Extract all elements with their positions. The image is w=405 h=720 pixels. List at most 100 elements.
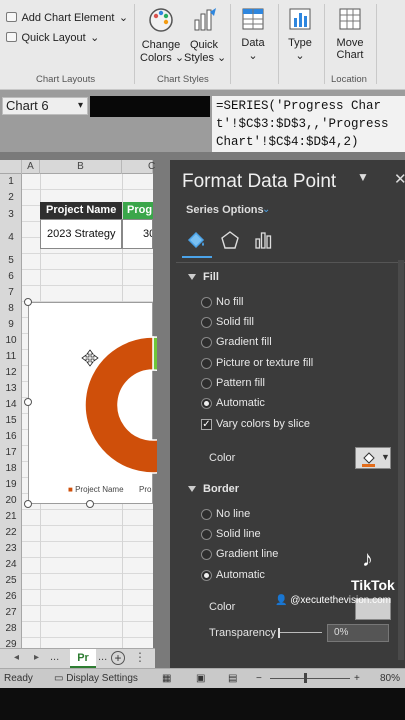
row-header[interactable]: 18 [0,461,22,477]
cell-project-value[interactable]: 2023 Strategy [40,219,122,249]
chevron-down-icon[interactable]: ▾ [78,98,83,114]
pane-scrollbar[interactable] [398,260,404,660]
row-header[interactable]: 14 [0,397,22,413]
row-header[interactable]: 4 [0,223,22,253]
row-header[interactable]: 27 [0,605,22,621]
name-box[interactable]: Chart 6 ▾ [2,97,88,115]
prev-sheet-icon[interactable]: ◂ [14,652,19,663]
row-header[interactable]: 3 [0,206,22,223]
row-header[interactable]: 21 [0,509,22,525]
column-header[interactable]: A [22,160,40,174]
row-header[interactable]: 23 [0,541,22,557]
row-header[interactable]: 5 [0,253,22,269]
row-header[interactable]: 24 [0,557,22,573]
row-header[interactable]: 17 [0,445,22,461]
row-header[interactable]: 15 [0,413,22,429]
donut-chart[interactable] [67,321,157,489]
formula-input[interactable]: =SERIES('Progress Chart'!$C$3:$D$3,,'Pro… [212,96,405,152]
row-header[interactable]: 22 [0,525,22,541]
row-header[interactable]: 19 [0,477,22,493]
row-header[interactable]: 26 [0,589,22,605]
row-header[interactable]: 6 [0,269,22,285]
resize-handle[interactable] [86,500,94,508]
tab-effects[interactable] [216,226,244,254]
radio-solid-line[interactable] [201,529,212,540]
quick-styles-button[interactable]: Quick Styles ⌄ [184,6,226,64]
radio-automatic-fill[interactable] [201,398,212,409]
row-header[interactable]: 13 [0,381,22,397]
cell-header-project-name[interactable]: Project Name [40,202,122,219]
resize-handle[interactable] [24,398,32,406]
radio-pattern-fill[interactable] [201,378,212,389]
change-chart-type-button[interactable]: Type ⌄ [284,6,316,62]
tab-series-options[interactable] [249,226,277,254]
vary-colors-checkbox[interactable]: ✓ [201,419,212,430]
row-header[interactable]: 11 [0,349,22,365]
vary-colors-label[interactable]: Vary colors by slice [216,418,310,430]
page-layout-icon[interactable]: ▣ [196,673,205,684]
row-header[interactable]: 20 [0,493,22,509]
radio-label[interactable]: Gradient fill [216,336,272,348]
normal-view-icon[interactable]: ▦ [162,673,171,684]
chevron-down-icon[interactable]: ⌄ [262,204,270,215]
add-chart-element-button[interactable]: Add Chart Element ⌄ [6,8,128,26]
radio-label[interactable]: Automatic [216,397,265,409]
fill-section-header[interactable]: Fill [188,271,219,283]
tab-fill-line[interactable] [182,226,210,254]
more-sheets-right[interactable]: ... [98,651,107,663]
resize-handle[interactable] [24,298,32,306]
row-header[interactable]: 7 [0,285,22,301]
radio-label[interactable]: Pattern fill [216,377,265,389]
radio-solid-fill[interactable] [201,317,212,328]
column-header[interactable]: B [40,160,122,174]
series-options-dropdown[interactable]: Series Options [186,204,264,216]
transparency-slider-track[interactable] [278,632,322,633]
radio-gradient-line[interactable] [201,549,212,560]
zoom-slider-track[interactable] [270,678,350,679]
radio-label[interactable]: Gradient line [216,548,278,560]
row-header[interactable]: 28 [0,621,22,637]
more-options-icon[interactable]: ⋮ [134,650,146,664]
radio-no-line[interactable] [201,509,212,520]
transparency-input[interactable]: 0% [327,624,389,642]
chart-object[interactable] [28,302,157,504]
change-colors-button[interactable]: Change Colors ⌄ [140,6,184,64]
radio-picture-fill[interactable] [201,358,212,369]
row-header[interactable]: 12 [0,365,22,381]
radio-gradient-fill[interactable] [201,337,212,348]
next-sheet-icon[interactable]: ▸ [34,652,39,663]
quick-layout-button[interactable]: Quick Layout ⌄ [6,28,99,46]
radio-automatic-line[interactable] [201,570,212,581]
sheet-tab-active[interactable]: Pr [70,649,96,668]
row-header[interactable]: 16 [0,429,22,445]
row-header[interactable]: 25 [0,573,22,589]
row-header[interactable]: 2 [0,190,22,206]
zoom-slider-thumb[interactable] [304,673,307,683]
cell-header-progress[interactable]: Prog [123,202,153,219]
select-all-corner[interactable] [0,160,22,174]
zoom-level[interactable]: 80% [380,673,400,684]
more-sheets-left[interactable]: ... [50,651,59,663]
radio-label[interactable]: Solid fill [216,316,254,328]
close-icon[interactable]: ✕ [394,170,405,188]
radio-label[interactable]: No line [216,508,250,520]
move-chart-button[interactable]: Move Chart [330,6,370,61]
row-header[interactable]: 10 [0,333,22,349]
display-settings-button[interactable]: ▭ Display Settings [54,673,138,684]
row-header[interactable]: 1 [0,174,22,190]
radio-label[interactable]: No fill [216,296,244,308]
zoom-in-icon[interactable]: + [354,673,360,684]
pane-options-chevron-icon[interactable]: ▼ [357,170,369,184]
zoom-out-icon[interactable]: − [256,673,262,684]
fill-color-picker[interactable]: ▼ [355,447,391,469]
select-data-button[interactable]: Data ⌄ [236,6,270,62]
page-break-icon[interactable]: ▤ [228,673,237,684]
resize-handle[interactable] [24,500,32,508]
border-section-header[interactable]: Border [188,483,239,495]
radio-label[interactable]: Solid line [216,528,261,540]
add-sheet-icon[interactable]: + [111,651,125,665]
radio-label[interactable]: Picture or texture fill [216,357,313,369]
cell-progress-value[interactable]: 30 [122,219,153,249]
row-header[interactable]: 8 [0,301,22,317]
row-header[interactable]: 9 [0,317,22,333]
